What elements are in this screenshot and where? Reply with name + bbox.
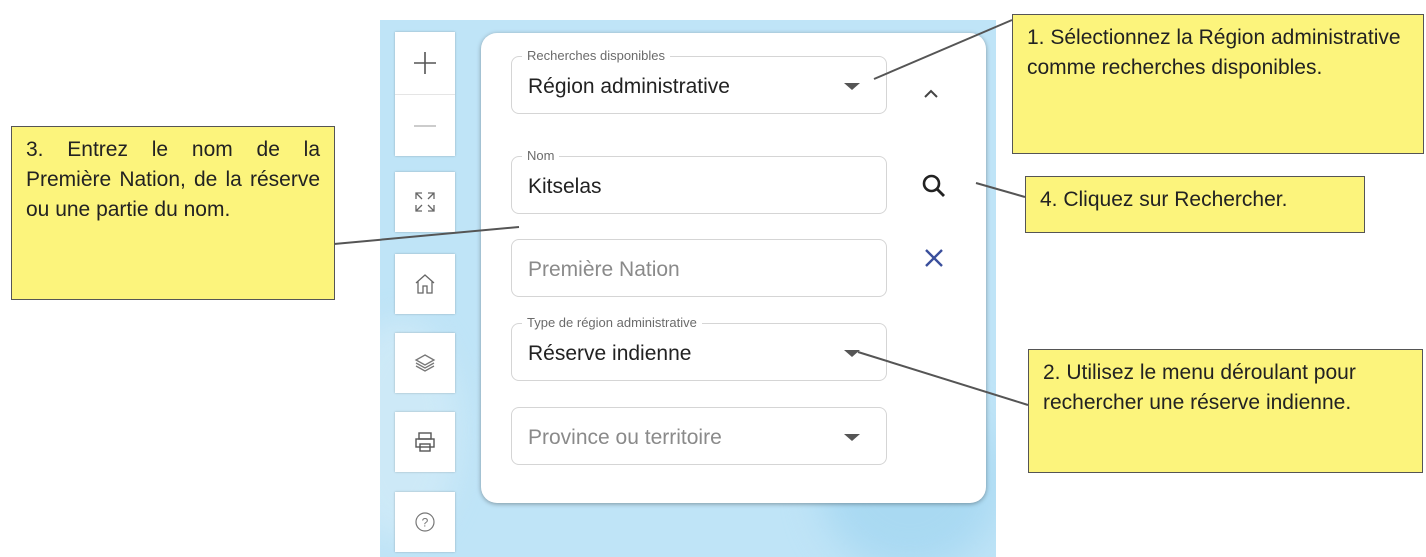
search-icon [922, 174, 945, 197]
home-icon [415, 274, 435, 294]
zoom-in-button[interactable] [395, 32, 455, 94]
dropdown-arrow-icon [844, 83, 860, 90]
chevron-up-icon [924, 89, 938, 98]
available-searches-legend: Recherches disponibles [522, 48, 671, 63]
first-nation-field[interactable]: Première Nation [511, 239, 887, 297]
province-placeholder: Province ou territoire [528, 426, 722, 449]
available-searches-value: Région administrative [528, 75, 730, 98]
plus-icon [414, 52, 436, 74]
search-button[interactable] [917, 169, 951, 203]
minus-icon [414, 125, 436, 127]
search-panel: Recherches disponibles Région administra… [481, 33, 986, 503]
print-button[interactable] [395, 412, 455, 472]
zoom-out-button[interactable] [395, 95, 455, 157]
name-value: Kitselas [528, 175, 602, 198]
home-button[interactable] [395, 254, 455, 314]
dropdown-arrow-icon [844, 434, 860, 441]
fullscreen-icon [415, 192, 435, 212]
callout-step4: 4. Cliquez sur Rechercher. [1025, 176, 1365, 233]
print-icon [415, 432, 435, 452]
admin-region-type-value: Réserve indienne [528, 342, 692, 365]
collapse-button[interactable] [917, 79, 945, 107]
svg-text:?: ? [422, 516, 429, 530]
fullscreen-button[interactable] [395, 172, 455, 232]
admin-region-type-select[interactable]: Type de région administrative Réserve in… [511, 315, 887, 381]
help-button[interactable]: ? [395, 492, 455, 552]
layers-icon [414, 354, 436, 372]
first-nation-placeholder: Première Nation [528, 258, 680, 281]
clear-button[interactable] [919, 243, 949, 273]
province-select[interactable]: Province ou territoire [511, 407, 887, 465]
dropdown-arrow-icon [844, 350, 860, 357]
layers-button[interactable] [395, 333, 455, 393]
available-searches-select[interactable]: Recherches disponibles Région administra… [511, 48, 887, 114]
name-field[interactable]: Nom Kitselas [511, 148, 887, 214]
admin-region-type-legend: Type de région administrative [522, 315, 702, 330]
name-legend: Nom [522, 148, 560, 163]
callout-step3: 3. Entrez le nom de la Première Nation, … [11, 126, 335, 300]
help-icon: ? [415, 512, 435, 532]
callout-step2: 2. Utilisez le menu déroulant pour reche… [1028, 349, 1423, 473]
close-icon [925, 249, 943, 267]
zoom-controls [395, 32, 455, 156]
callout-step1: 1. Sélectionnez la Région administrative… [1012, 14, 1424, 154]
